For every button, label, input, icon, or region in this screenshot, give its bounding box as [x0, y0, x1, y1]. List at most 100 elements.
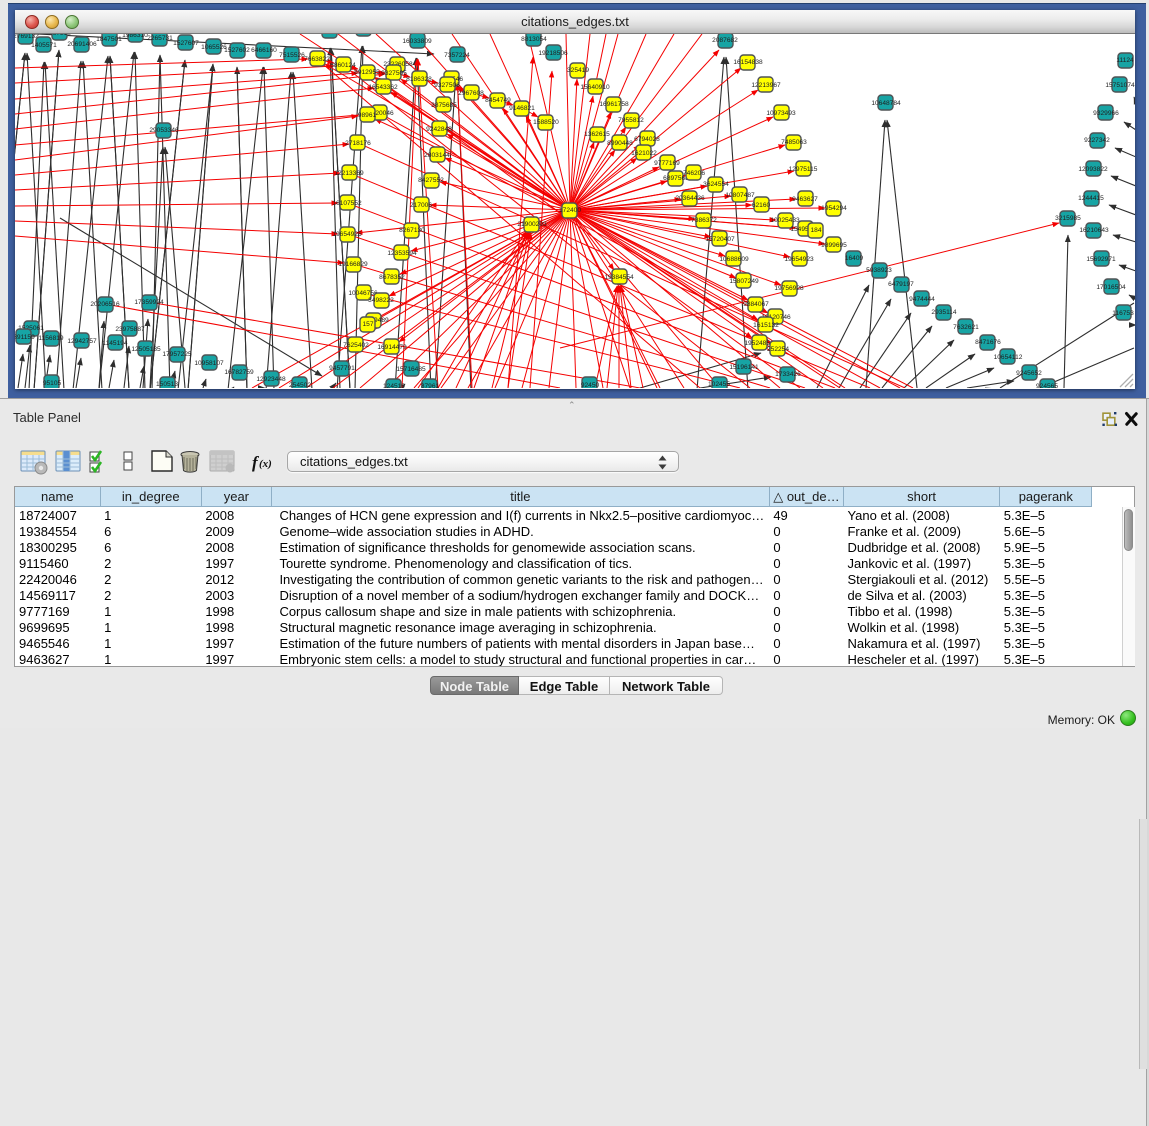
- svg-text:252254: 252254: [767, 346, 789, 353]
- svg-text:16782759: 16782759: [224, 369, 254, 376]
- svg-text:746206: 746206: [683, 170, 705, 177]
- svg-text:29053346: 29053346: [149, 127, 179, 134]
- svg-text:9146821: 9146821: [509, 105, 535, 112]
- svg-text:23975887: 23975887: [115, 326, 145, 333]
- svg-text:157: 157: [362, 321, 373, 328]
- svg-text:21900293: 21900293: [517, 221, 547, 228]
- svg-text:19756928: 19756928: [774, 285, 804, 292]
- svg-text:62160: 62160: [752, 202, 771, 209]
- svg-text:15807249: 15807249: [729, 278, 759, 285]
- svg-text:2265731: 2265731: [147, 35, 173, 42]
- svg-text:5938923: 5938923: [866, 267, 892, 274]
- svg-text:12942757: 12942757: [67, 338, 97, 345]
- svg-text:17957225: 17957225: [162, 351, 192, 358]
- svg-text:391159: 391159: [15, 334, 35, 341]
- svg-text:1527602: 1527602: [224, 47, 250, 54]
- svg-text:172400: 172400: [559, 207, 581, 214]
- svg-text:8427552: 8427552: [418, 177, 444, 184]
- svg-text:2087682: 2087682: [712, 37, 738, 44]
- svg-text:15640910: 15640910: [580, 84, 610, 91]
- svg-text:8471676: 8471676: [975, 339, 1001, 346]
- svg-text:7515526: 7515526: [279, 52, 305, 59]
- svg-text:8813054: 8813054: [521, 36, 547, 43]
- svg-text:1065532: 1065532: [317, 34, 343, 35]
- svg-text:9329966: 9329966: [1093, 110, 1119, 117]
- svg-text:10958107: 10958107: [194, 360, 224, 367]
- svg-text:217006: 217006: [410, 202, 432, 209]
- svg-text:1615132: 1615132: [753, 322, 779, 329]
- svg-text:2718176: 2718176: [345, 140, 371, 147]
- svg-text:12093822: 12093822: [1078, 166, 1108, 173]
- svg-text:1954294: 1954294: [821, 205, 847, 212]
- svg-text:7485063: 7485063: [781, 139, 807, 146]
- svg-text:7632621: 7632621: [953, 324, 979, 331]
- svg-text:9242848: 9242848: [426, 126, 452, 133]
- svg-text:15751074: 15751074: [1105, 82, 1135, 89]
- svg-text:20206516: 20206516: [90, 301, 120, 308]
- svg-text:7663822: 7663822: [304, 56, 330, 63]
- svg-text:124519: 124519: [383, 383, 405, 388]
- svg-text:1527607: 1527607: [173, 40, 199, 47]
- svg-text:7357224: 7357224: [444, 52, 470, 59]
- svg-text:15716485: 15716485: [396, 366, 426, 373]
- svg-text:8860124: 8860124: [330, 62, 356, 69]
- svg-text:7386372: 7386372: [691, 217, 717, 224]
- svg-text:(x): (x): [259, 458, 272, 470]
- svg-text:15720407: 15720407: [705, 236, 735, 243]
- svg-text:1156819: 1156819: [38, 335, 64, 342]
- svg-text:116753: 116753: [1112, 310, 1134, 317]
- svg-text:20364436: 20364436: [675, 195, 705, 202]
- svg-text:15196141: 15196141: [729, 364, 759, 371]
- svg-text:1405571: 1405571: [31, 42, 57, 49]
- svg-text:12353594: 12353594: [387, 250, 417, 257]
- svg-text:3875685: 3875685: [431, 102, 457, 109]
- svg-text:924565: 924565: [1036, 383, 1058, 388]
- svg-text:325419: 325419: [567, 67, 589, 74]
- svg-text:10688609: 10688609: [719, 256, 749, 263]
- svg-text:10648784: 10648784: [871, 100, 901, 107]
- svg-text:10025433: 10025433: [770, 217, 800, 224]
- svg-text:9474444: 9474444: [909, 296, 935, 303]
- svg-text:12975115: 12975115: [789, 166, 818, 173]
- svg-text:19166829: 19166829: [338, 261, 368, 268]
- svg-text:9457791: 9457791: [329, 365, 355, 372]
- svg-text:254502: 254502: [289, 382, 311, 388]
- svg-text:16914479: 16914479: [377, 344, 407, 351]
- svg-text:16033809: 16033809: [402, 38, 432, 45]
- svg-text:6466160: 6466160: [251, 47, 277, 54]
- svg-text:19654925: 19654925: [332, 231, 362, 238]
- svg-text:92450: 92450: [581, 382, 600, 388]
- svg-text:12505135: 12505135: [131, 346, 161, 353]
- svg-text:9227342: 9227342: [1084, 137, 1110, 144]
- svg-text:184: 184: [810, 227, 821, 234]
- svg-text:16210643: 16210643: [1079, 227, 1109, 234]
- svg-text:9245652: 9245652: [1016, 370, 1042, 377]
- svg-text:19654923: 19654923: [784, 256, 814, 263]
- svg-text:17016504: 17016504: [1096, 284, 1126, 291]
- svg-text:1847501: 1847501: [96, 36, 122, 43]
- svg-text:19218506: 19218506: [538, 50, 568, 57]
- svg-text:9327505: 9327505: [381, 70, 407, 77]
- svg-text:9777169: 9777169: [654, 160, 680, 167]
- svg-text:15692971: 15692971: [1086, 256, 1116, 263]
- svg-text:2967608: 2967608: [458, 90, 484, 97]
- svg-text:1244415: 1244415: [1078, 195, 1104, 202]
- svg-text:3215985: 3215985: [1055, 215, 1081, 222]
- svg-text:8454749: 8454749: [485, 97, 511, 104]
- svg-text:9327506: 9327506: [434, 82, 460, 89]
- svg-text:8912955: 8912955: [354, 69, 380, 76]
- svg-text:9899695: 9899695: [821, 242, 847, 249]
- svg-text:1986310: 1986310: [122, 34, 148, 39]
- svg-text:98961: 98961: [358, 112, 377, 119]
- svg-text:2935114: 2935114: [931, 309, 957, 316]
- svg-text:9463627: 9463627: [792, 196, 818, 203]
- svg-text:12923448: 12923448: [256, 376, 286, 383]
- svg-text:1733426: 1733426: [775, 371, 801, 378]
- svg-text:7955812: 7955812: [618, 117, 644, 124]
- svg-text:3498222: 3498222: [368, 297, 394, 304]
- svg-text:16154838: 16154838: [733, 59, 763, 66]
- svg-text:16409: 16409: [845, 255, 864, 262]
- svg-text:9884067: 9884067: [743, 301, 769, 308]
- svg-text:8186328: 8186328: [406, 76, 432, 83]
- svg-text:6479197: 6479197: [888, 281, 914, 288]
